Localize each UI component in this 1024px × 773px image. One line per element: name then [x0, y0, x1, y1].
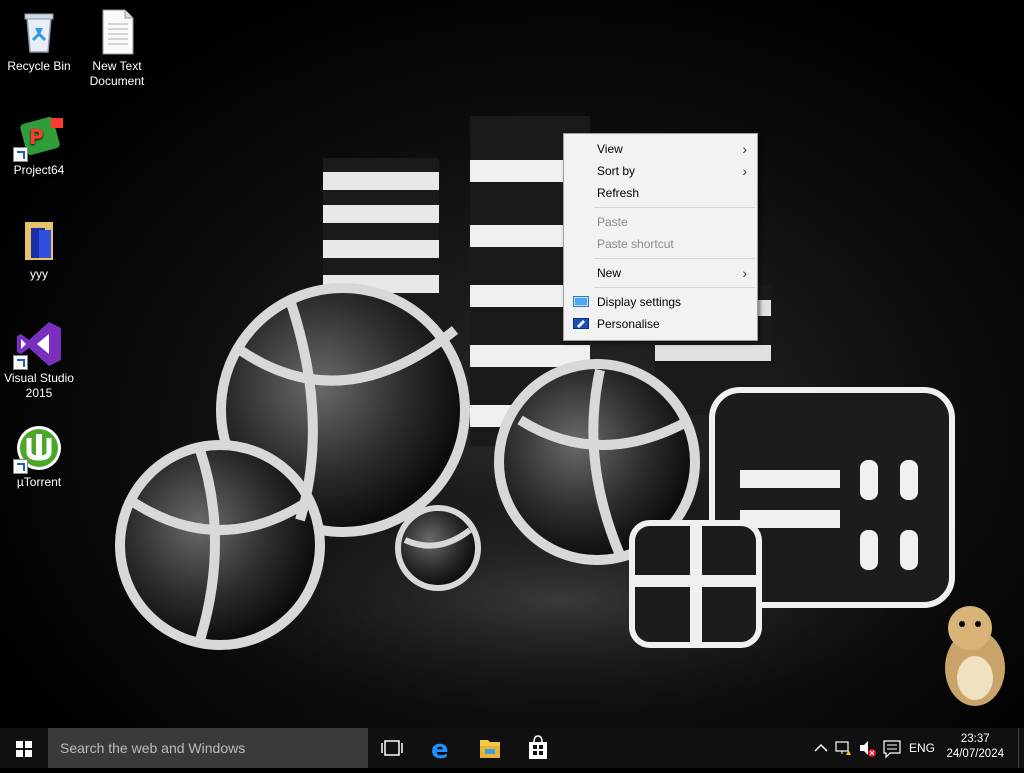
store-button[interactable] — [514, 728, 562, 768]
svg-text:P: P — [29, 125, 44, 149]
menu-item-label: Paste — [597, 215, 628, 229]
task-view-button[interactable] — [368, 728, 416, 768]
task-view-icon — [381, 740, 403, 756]
svg-text:e: e — [431, 735, 449, 765]
menu-item-personalise[interactable]: Personalise — [564, 313, 757, 335]
edge-icon: e — [431, 735, 449, 765]
menu-item-new[interactable]: New › — [564, 262, 757, 284]
menu-item-paste[interactable]: Paste — [564, 211, 757, 233]
desktop-context-menu: View › Sort by › Refresh Paste Paste sho… — [563, 133, 758, 341]
clock-date: 24/07/2024 — [946, 748, 1004, 760]
menu-separator — [594, 258, 755, 259]
menu-item-label: Refresh — [597, 186, 640, 200]
menu-item-label: Personalise — [597, 317, 660, 331]
menu-item-label: Sort by — [597, 164, 636, 178]
menu-item-label: Display settings — [597, 295, 682, 309]
menu-item-label: View — [597, 142, 623, 156]
personalise-icon — [573, 318, 589, 329]
menu-separator — [594, 287, 755, 288]
chevron-right-icon: › — [742, 141, 747, 157]
chevron-right-icon: › — [742, 265, 747, 281]
menu-item-refresh[interactable]: Refresh — [564, 182, 757, 204]
action-center-icon — [883, 740, 901, 759]
show-hidden-icons-button[interactable] — [810, 728, 832, 768]
file-explorer-icon — [480, 740, 500, 758]
network-button[interactable] — [832, 728, 856, 768]
show-desktop-button[interactable] — [1018, 728, 1024, 768]
volume-muted-icon — [860, 741, 876, 757]
display-settings-icon — [573, 296, 589, 307]
desktop-icon-label: New Text Document — [89, 59, 145, 88]
utorrent-icon — [13, 424, 63, 474]
search-placeholder: Search the web and Windows — [60, 740, 246, 756]
menu-item-label: New — [597, 266, 622, 280]
chevron-right-icon: › — [742, 163, 747, 179]
desktop-icon-utorrent[interactable]: µTorrent — [0, 424, 78, 490]
visual-studio-icon — [13, 320, 63, 370]
desktop-icon-visual-studio[interactable]: Visual Studio 2015 — [0, 320, 78, 401]
shortcut-arrow-icon — [13, 355, 28, 370]
chevron-up-icon — [814, 743, 828, 752]
desktop-icon-label: Recycle Bin — [7, 59, 71, 73]
desktop-icon-yyy-folder[interactable]: yyy — [0, 216, 78, 282]
store-icon — [529, 735, 547, 759]
desktop-icon-project64[interactable]: P Project64 — [0, 112, 78, 178]
file-explorer-button[interactable] — [466, 728, 514, 768]
menu-item-label: Paste shortcut — [597, 237, 674, 251]
recycle-bin-icon — [15, 8, 63, 56]
shortcut-arrow-icon — [13, 459, 28, 474]
menu-item-view[interactable]: View › — [564, 138, 757, 160]
text-document-icon — [93, 8, 141, 56]
desktop-icon-label: Visual Studio 2015 — [4, 371, 74, 400]
desktop-icon-label: yyy — [30, 267, 48, 281]
menu-item-sort-by[interactable]: Sort by › — [564, 160, 757, 182]
search-box[interactable]: Search the web and Windows — [48, 728, 368, 768]
folder-icon — [15, 216, 63, 264]
input-language-button[interactable]: ENG — [906, 728, 938, 768]
action-center-button[interactable] — [880, 728, 904, 768]
edge-button[interactable]: e — [418, 728, 466, 768]
desktop-icon-label: Project64 — [13, 163, 65, 177]
desktop-icon-recycle-bin[interactable]: Recycle Bin — [0, 8, 78, 74]
taskbar: Search the web and Windows e ENG 23:37 2… — [0, 728, 1024, 768]
start-button[interactable] — [0, 728, 48, 768]
windows-logo-icon — [16, 741, 32, 757]
project64-icon: P — [13, 112, 63, 162]
clock-button[interactable]: 23:37 24/07/2024 — [946, 732, 1004, 762]
desktop-icon-label: µTorrent — [16, 475, 62, 489]
desktop-icon-new-text-document[interactable]: New Text Document — [78, 8, 156, 89]
network-warning-icon — [835, 741, 851, 755]
desktop-wallpaper — [0, 0, 1024, 728]
menu-item-display-settings[interactable]: Display settings — [564, 291, 757, 313]
wallpaper-graphic — [80, 116, 1024, 728]
clock-time: 23:37 — [960, 733, 990, 745]
volume-button[interactable] — [856, 728, 880, 768]
language-indicator: ENG — [908, 741, 935, 755]
menu-separator — [594, 207, 755, 208]
shortcut-arrow-icon — [13, 147, 28, 162]
menu-item-paste-shortcut[interactable]: Paste shortcut — [564, 233, 757, 255]
